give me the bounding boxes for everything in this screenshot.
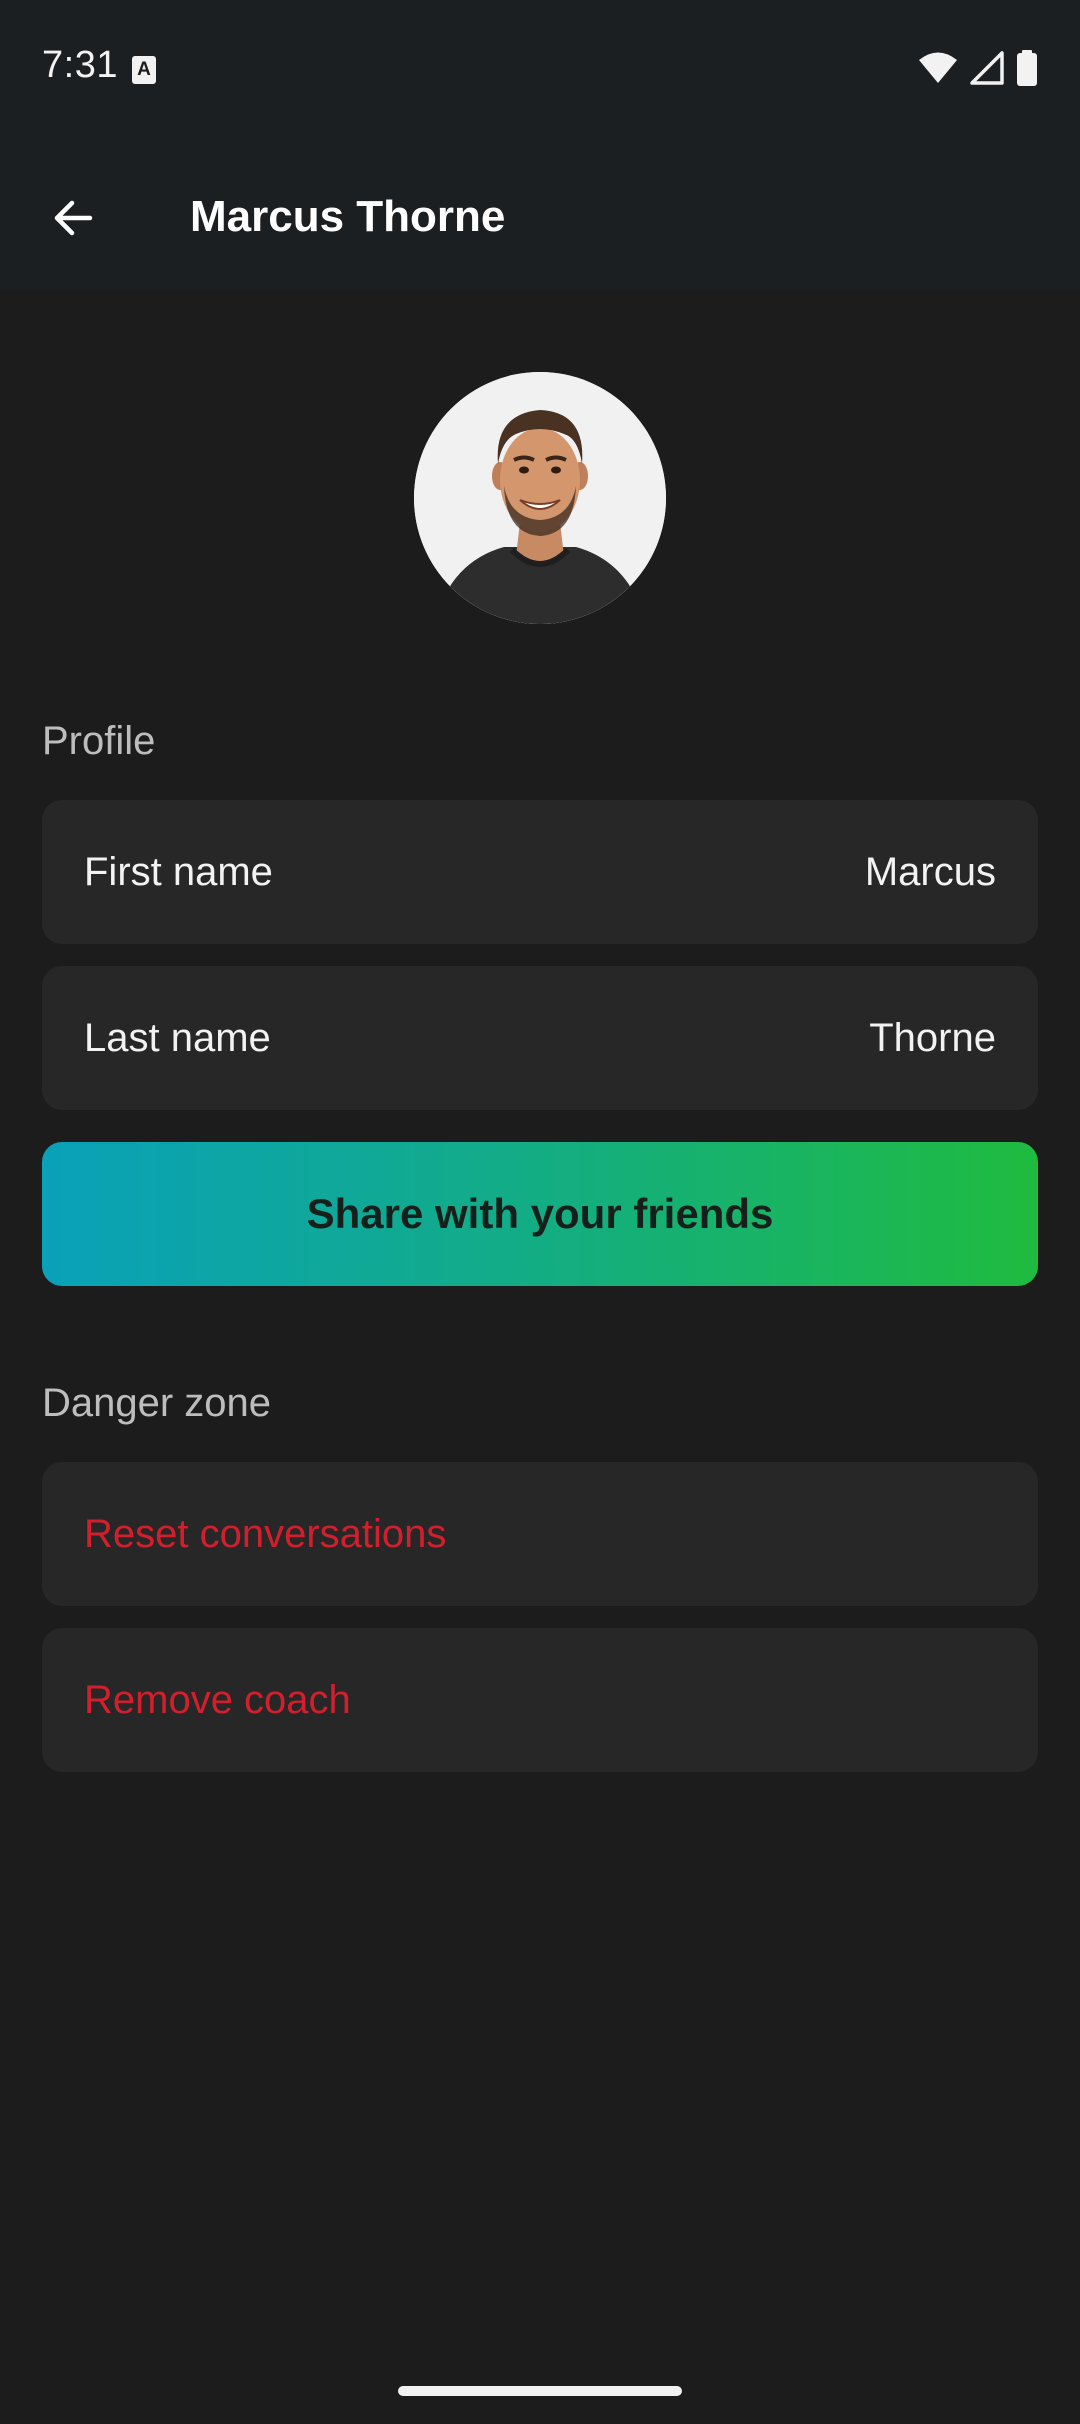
avatar[interactable] xyxy=(414,372,666,624)
reset-conversations-label: Reset conversations xyxy=(84,1511,447,1556)
reset-conversations-button[interactable]: Reset conversations xyxy=(42,1462,1038,1606)
share-button[interactable]: Share with your friends xyxy=(42,1142,1038,1286)
first-name-label: First name xyxy=(84,849,273,894)
battery-icon xyxy=(1016,49,1038,91)
status-time: 7:31 xyxy=(42,44,118,86)
status-bar: 7:31 A xyxy=(0,0,1080,140)
remove-coach-label: Remove coach xyxy=(84,1677,351,1722)
status-icons xyxy=(918,49,1038,91)
app-bar: Marcus Thorne xyxy=(0,140,1080,290)
a-icon: A xyxy=(132,56,156,84)
last-name-row[interactable]: Last name Thorne xyxy=(42,966,1038,1110)
first-name-row[interactable]: First name Marcus xyxy=(42,800,1038,944)
last-name-value: Thorne xyxy=(869,1015,996,1060)
back-button[interactable] xyxy=(36,180,112,256)
profile-section-label: Profile xyxy=(42,719,156,763)
remove-coach-button[interactable]: Remove coach xyxy=(42,1628,1038,1772)
avatar-photo xyxy=(414,372,666,624)
share-button-label: Share with your friends xyxy=(306,1190,774,1237)
home-indicator[interactable] xyxy=(398,2386,682,2396)
signal-icon xyxy=(970,50,1004,90)
arrow-left-icon xyxy=(54,200,93,236)
first-name-value: Marcus xyxy=(864,849,996,894)
page-title: Marcus Thorne xyxy=(190,192,506,241)
last-name-label: Last name xyxy=(84,1015,271,1060)
wifi-icon xyxy=(918,51,958,90)
danger-zone-section-label: Danger zone xyxy=(42,1381,272,1425)
